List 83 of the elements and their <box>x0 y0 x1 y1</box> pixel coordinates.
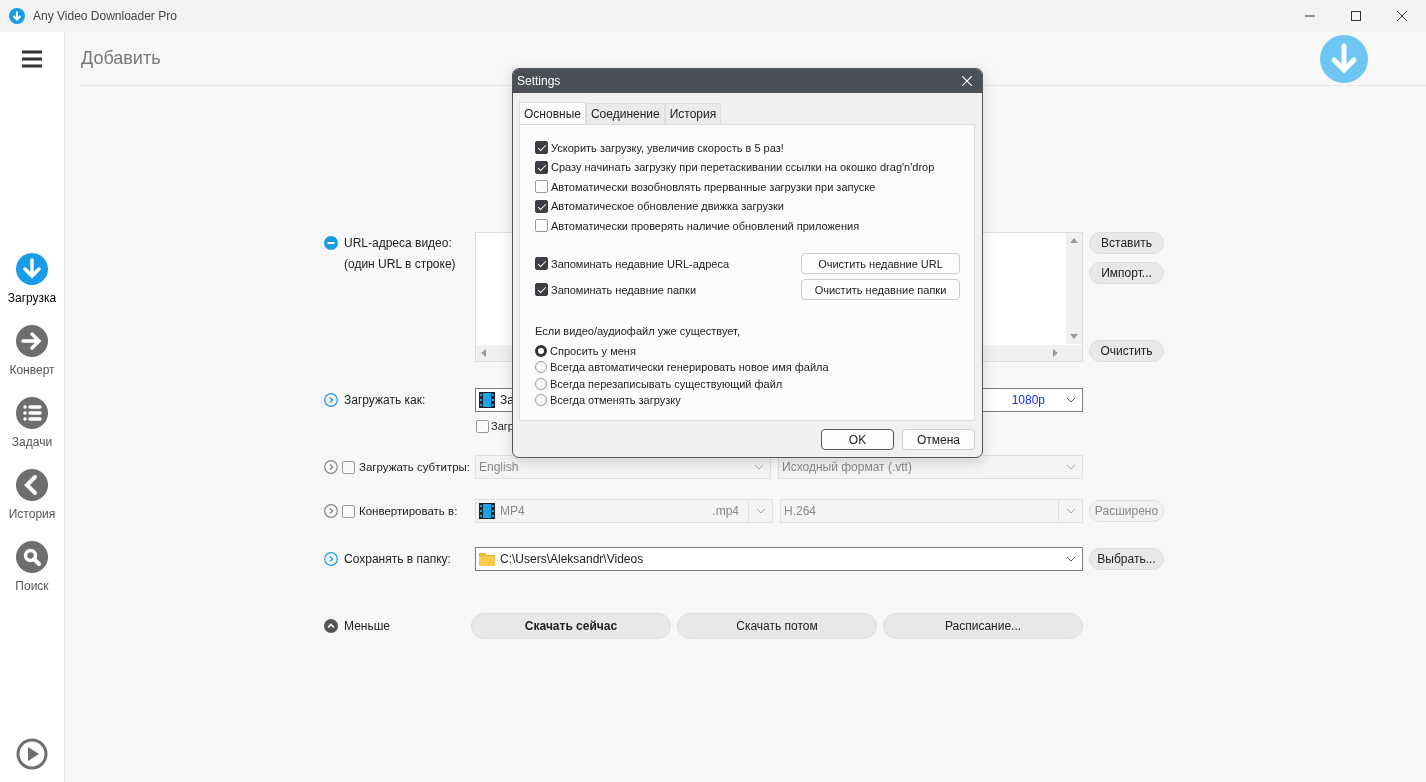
page-title: Добавить <box>81 48 161 69</box>
cancel-button[interactable]: Отмена <box>902 429 975 450</box>
radio-button[interactable] <box>535 361 547 374</box>
folder-dropdown[interactable]: C:\Users\Aleksandr\Videos <box>475 547 1083 571</box>
checkbox[interactable] <box>535 141 548 155</box>
checkbox-label: Автоматическое обновление движка загрузки <box>551 200 784 213</box>
checkbox-label: Автоматически проверять наличие обновлений приложения <box>551 219 860 232</box>
checkbox-label: Запоминать недавние папки <box>551 283 697 296</box>
checkbox[interactable] <box>535 160 548 174</box>
radio-label: Всегда автоматически генерировать новое имя файла <box>550 361 829 374</box>
tab[interactable]: Соединение <box>585 103 665 124</box>
expand-icon[interactable] <box>324 504 338 518</box>
sidebar-item[interactable]: Загрузка <box>7 253 57 315</box>
list-icon <box>16 397 48 429</box>
checkbox[interactable] <box>535 199 548 213</box>
menu-icon[interactable] <box>22 50 42 68</box>
radio-button[interactable] <box>535 344 547 357</box>
convert-checkbox[interactable] <box>342 504 355 518</box>
clear-recent-button[interactable]: Очистить недавние папки <box>801 279 960 300</box>
checkbox-label: Сразу начинать загрузку при перетаскивании ссылки на окошко drag'n'drop <box>551 161 935 174</box>
tab[interactable]: Основные <box>519 102 586 124</box>
browse-button[interactable]: Выбрать... <box>1089 548 1164 570</box>
clear-recent-button[interactable]: Очистить недавние URL <box>801 253 960 274</box>
checkbox-label: Ускорить загрузку, увеличив скорость в 5 раз! <box>551 141 784 154</box>
radio-button[interactable] <box>535 377 547 390</box>
subtitles-label: Загружать субтитры: <box>359 461 470 473</box>
radio-label: Всегда перезаписывать существующий файл <box>550 377 783 390</box>
collapse-icon[interactable] <box>324 236 338 250</box>
app-logo-icon <box>9 8 25 24</box>
less-toggle-label[interactable]: Меньше <box>344 619 390 633</box>
sidebar-item[interactable]: Задачи <box>7 397 57 459</box>
dialog-title: Settings <box>517 74 561 88</box>
radio-label: Спросить у меня <box>550 344 636 357</box>
exists-label: Если видео/аудиофайл уже существует, <box>535 324 741 339</box>
scroll-up-icon[interactable] <box>1069 236 1079 246</box>
convert-label: Конвертировать в: <box>359 505 458 517</box>
checkbox[interactable] <box>535 219 548 233</box>
radio-label: Всегда отменять загрузку <box>550 394 681 407</box>
chevron-down-icon <box>1066 397 1076 403</box>
sidebar-item[interactable]: Поиск <box>7 541 57 603</box>
checkbox[interactable] <box>476 419 489 433</box>
action-button[interactable]: Скачать потом <box>677 613 877 639</box>
url-label: URL-адреса видео: <box>344 236 452 250</box>
radio-button[interactable] <box>535 394 547 407</box>
chevron-down-icon <box>1066 508 1076 514</box>
film-icon <box>479 392 495 408</box>
scroll-right-icon[interactable] <box>1050 348 1060 358</box>
chevron-down-icon <box>754 464 764 470</box>
scroll-left-icon[interactable] <box>479 348 489 358</box>
maximize-icon[interactable] <box>1351 11 1361 21</box>
download-as-label: Загружать как: <box>344 393 426 407</box>
chevron-down-icon <box>1066 556 1076 562</box>
save-folder-label: Сохранять в папку: <box>344 552 451 566</box>
search-icon <box>16 541 48 573</box>
tab[interactable]: История <box>664 103 722 124</box>
expand-icon[interactable] <box>324 552 338 566</box>
folder-icon <box>479 551 495 567</box>
ok-button[interactable]: OK <box>821 429 894 450</box>
import-button[interactable]: Импорт... <box>1089 262 1164 284</box>
sidebar-item[interactable]: История <box>7 469 57 531</box>
play-icon[interactable] <box>16 738 48 770</box>
sidebar-item[interactable]: Конверт <box>7 325 57 387</box>
film-icon <box>479 503 495 519</box>
scroll-down-icon[interactable] <box>1069 331 1079 341</box>
left-chevron-icon <box>16 469 48 501</box>
expand-icon[interactable] <box>324 460 338 474</box>
action-button[interactable]: Расписание... <box>883 613 1083 639</box>
chevron-down-icon <box>1066 464 1076 470</box>
collapse-icon[interactable] <box>324 619 338 633</box>
checkbox[interactable] <box>535 257 548 270</box>
checkbox[interactable] <box>535 180 548 194</box>
paste-button[interactable]: Вставить <box>1089 232 1164 254</box>
expand-icon[interactable] <box>324 393 338 407</box>
chevron-down-icon <box>756 508 766 514</box>
checkbox-label: Автоматически возобновлять прерванные загрузки при запуске <box>551 180 876 193</box>
download-now-button[interactable]: Скачать сейчас <box>471 613 671 639</box>
url-hint: (один URL в строке) <box>344 257 457 271</box>
checkbox-label: Запоминать недавние URL-адреса <box>551 257 730 270</box>
checkbox[interactable] <box>535 283 548 296</box>
window-title: Any Video Downloader Pro <box>33 9 177 23</box>
clear-button[interactable]: Очистить <box>1089 340 1164 362</box>
close-icon[interactable] <box>1397 11 1407 21</box>
subtitles-checkbox[interactable] <box>342 460 355 474</box>
